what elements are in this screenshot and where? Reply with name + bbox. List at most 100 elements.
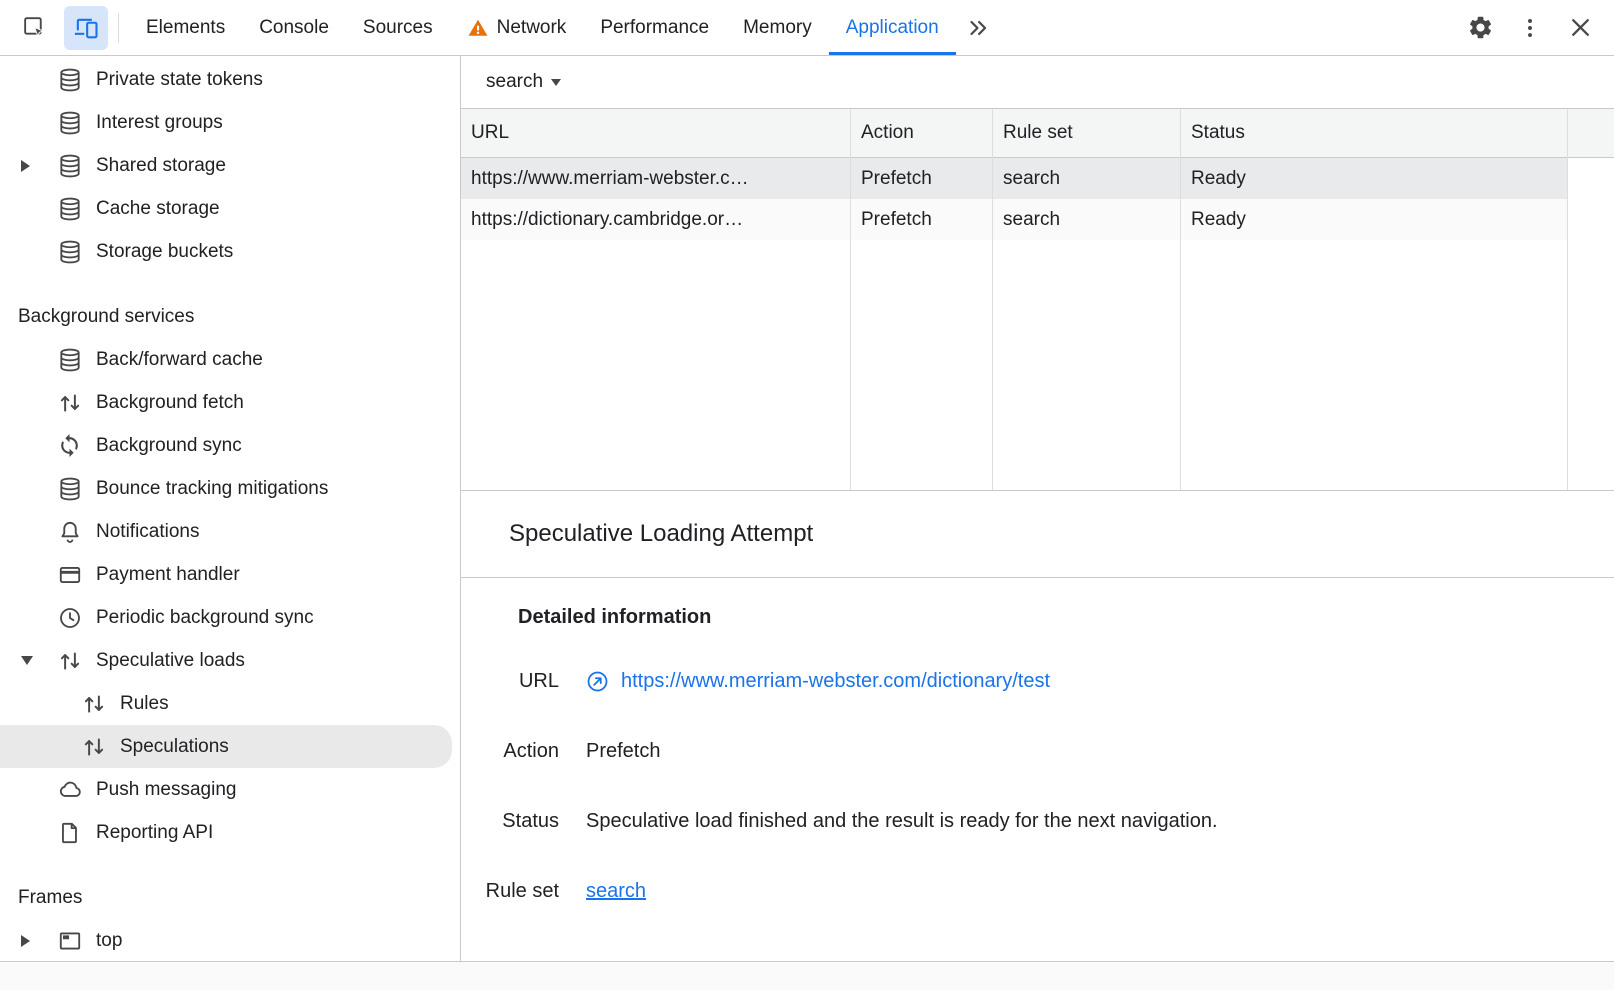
url-link[interactable]: https://www.merriam-webster.com/dictiona… bbox=[621, 667, 1050, 695]
up-down-arrows-icon bbox=[56, 647, 83, 674]
speculations-table: URL https://www.merriam-webster.c… https… bbox=[461, 108, 1614, 491]
tab-application[interactable]: Application bbox=[829, 0, 956, 55]
sidebar-item-private-state-tokens[interactable]: Private state tokens bbox=[0, 58, 452, 101]
inspect-element-button[interactable] bbox=[12, 6, 56, 50]
sidebar-item-label: Rules bbox=[120, 693, 169, 715]
table-cell-url-row1[interactable]: https://www.merriam-webster.c… bbox=[461, 158, 850, 199]
table-cell-ruleset-row1[interactable]: search bbox=[993, 158, 1180, 199]
toolbar-divider bbox=[118, 13, 119, 43]
tab-sources[interactable]: Sources bbox=[346, 0, 450, 55]
column-header-status[interactable]: Status bbox=[1181, 109, 1567, 158]
double-chevron-icon bbox=[965, 15, 991, 41]
column-header-url[interactable]: URL bbox=[461, 109, 850, 158]
tab-console[interactable]: Console bbox=[242, 0, 346, 55]
gear-icon bbox=[1467, 14, 1494, 41]
dropdown-caret-icon bbox=[551, 79, 561, 86]
clock-icon bbox=[56, 604, 83, 631]
bell-icon bbox=[56, 518, 83, 545]
sidebar-item-cache-storage[interactable]: Cache storage bbox=[0, 187, 452, 230]
sidebar-item-label: Speculative loads bbox=[96, 650, 245, 672]
sidebar-item-storage-buckets[interactable]: Storage buckets bbox=[0, 230, 452, 273]
table-cell-action-row2[interactable]: Prefetch bbox=[851, 199, 992, 240]
ruleset-filter-dropdown[interactable]: search bbox=[486, 71, 561, 93]
detail-row-ruleset: Rule set search bbox=[461, 877, 1614, 905]
sidebar-item-background-fetch[interactable]: Background fetch bbox=[0, 381, 452, 424]
sidebar-item-label: Notifications bbox=[96, 521, 200, 543]
detail-pane-title: Speculative Loading Attempt bbox=[461, 491, 1614, 578]
sidebar-item-label: Push messaging bbox=[96, 779, 236, 801]
table-column-status: Status Ready Ready bbox=[1181, 109, 1568, 490]
application-sidebar: Private state tokens Interest groups Sha… bbox=[0, 56, 461, 961]
url-label: URL bbox=[461, 667, 559, 695]
reveal-url-icon[interactable] bbox=[586, 670, 609, 693]
payment-card-icon bbox=[56, 561, 83, 588]
close-icon bbox=[1567, 14, 1594, 41]
sidebar-item-frame-top[interactable]: top bbox=[0, 919, 452, 961]
tab-performance[interactable]: Performance bbox=[583, 0, 726, 55]
sidebar-item-label: Interest groups bbox=[96, 112, 223, 134]
column-header-action[interactable]: Action bbox=[851, 109, 992, 158]
devtools-menu-button[interactable] bbox=[1508, 6, 1552, 50]
sidebar-item-label: Reporting API bbox=[96, 822, 213, 844]
database-icon bbox=[56, 346, 83, 373]
expander-expanded-icon[interactable] bbox=[21, 656, 33, 665]
application-panel: Private state tokens Interest groups Sha… bbox=[0, 56, 1614, 961]
sidebar-item-back-forward-cache[interactable]: Back/forward cache bbox=[0, 338, 452, 381]
table-cell-status-row2[interactable]: Ready bbox=[1181, 199, 1567, 240]
action-value: Prefetch bbox=[586, 737, 660, 765]
table-cell-ruleset-row2[interactable]: search bbox=[993, 199, 1180, 240]
up-down-arrows-icon bbox=[80, 733, 107, 760]
sync-icon bbox=[56, 432, 83, 459]
sidebar-item-label: Cache storage bbox=[96, 198, 220, 220]
table-cell-action-row1[interactable]: Prefetch bbox=[851, 158, 992, 199]
action-label: Action bbox=[461, 737, 559, 765]
settings-button[interactable] bbox=[1458, 6, 1502, 50]
database-icon bbox=[56, 475, 83, 502]
database-icon bbox=[56, 195, 83, 222]
ruleset-filter-value: search bbox=[486, 71, 543, 93]
status-value: Speculative load finished and the result… bbox=[586, 807, 1218, 835]
expander-collapsed-icon[interactable] bbox=[21, 160, 30, 172]
detail-row-action: Action Prefetch bbox=[461, 737, 1614, 765]
sidebar-item-label: Storage buckets bbox=[96, 241, 233, 263]
tab-elements[interactable]: Elements bbox=[129, 0, 242, 55]
cloud-icon bbox=[56, 776, 83, 803]
sidebar-item-payment-handler[interactable]: Payment handler bbox=[0, 553, 452, 596]
sidebar-item-rules[interactable]: Rules bbox=[0, 682, 452, 725]
database-icon bbox=[56, 66, 83, 93]
table-column-action: Action Prefetch Prefetch bbox=[851, 109, 993, 490]
detail-row-url: URL https://www.merriam-webster.com/dict… bbox=[461, 667, 1614, 695]
sidebar-item-speculative-loads[interactable]: Speculative loads bbox=[0, 639, 452, 682]
sidebar-item-label: Speculations bbox=[120, 736, 229, 758]
ruleset-link[interactable]: search bbox=[586, 877, 646, 905]
document-icon bbox=[56, 819, 83, 846]
tab-memory[interactable]: Memory bbox=[726, 0, 829, 55]
sidebar-item-push-messaging[interactable]: Push messaging bbox=[0, 768, 452, 811]
tab-network[interactable]: Network bbox=[450, 0, 584, 55]
detail-pane: Detailed information URL https://www.mer… bbox=[461, 578, 1614, 961]
column-header-ruleset[interactable]: Rule set bbox=[993, 109, 1180, 158]
sidebar-item-reporting-api[interactable]: Reporting API bbox=[0, 811, 452, 854]
sidebar-section-frames: Frames bbox=[0, 876, 460, 919]
sidebar-item-label: Private state tokens bbox=[96, 69, 263, 91]
sidebar-item-bounce-tracking-mitigations[interactable]: Bounce tracking mitigations bbox=[0, 467, 452, 510]
sidebar-item-background-sync[interactable]: Background sync bbox=[0, 424, 452, 467]
table-cell-status-row1[interactable]: Ready bbox=[1181, 158, 1567, 199]
close-devtools-button[interactable] bbox=[1558, 6, 1602, 50]
sidebar-item-interest-groups[interactable]: Interest groups bbox=[0, 101, 452, 144]
table-cell-url-row2[interactable]: https://dictionary.cambridge.or… bbox=[461, 199, 850, 240]
sidebar-item-label: Background sync bbox=[96, 435, 242, 457]
toggle-device-toolbar-button[interactable] bbox=[64, 6, 108, 50]
sidebar-item-notifications[interactable]: Notifications bbox=[0, 510, 452, 553]
database-icon bbox=[56, 238, 83, 265]
sidebar-item-shared-storage[interactable]: Shared storage bbox=[0, 144, 452, 187]
expander-collapsed-icon[interactable] bbox=[21, 935, 30, 947]
sidebar-item-speculations[interactable]: Speculations bbox=[0, 725, 452, 768]
sidebar-item-label: Bounce tracking mitigations bbox=[96, 478, 328, 500]
more-tabs-button[interactable] bbox=[956, 6, 1000, 50]
devtools-window: Elements Console Sources Network Perform… bbox=[0, 0, 1614, 990]
warning-icon bbox=[467, 17, 489, 39]
sidebar-item-periodic-background-sync[interactable]: Periodic background sync bbox=[0, 596, 452, 639]
speculations-view: search URL https://www.merriam-webster.c… bbox=[461, 56, 1614, 961]
sidebar-item-label: Shared storage bbox=[96, 155, 226, 177]
